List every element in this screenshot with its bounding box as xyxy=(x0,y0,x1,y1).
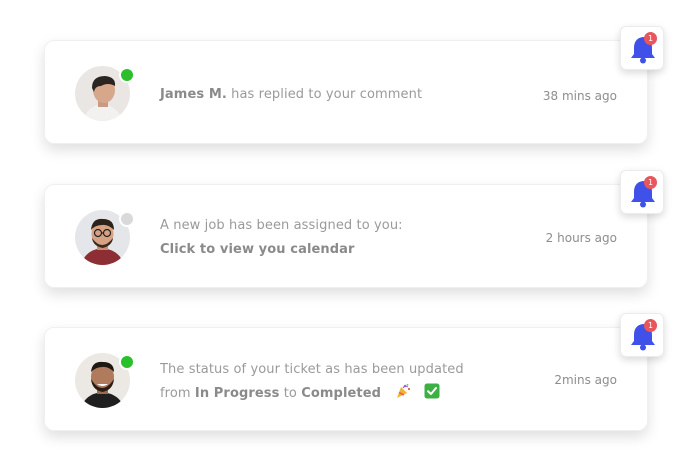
notification-text: A new job has been assigned to you: xyxy=(160,218,403,233)
timestamp: 38 mins ago xyxy=(542,89,617,103)
sender-name: James M. xyxy=(160,87,227,102)
notification-count-badge: 1 xyxy=(644,319,657,332)
party-popper-icon xyxy=(397,383,411,398)
notification-card-1[interactable]: James M. has replied to your comment 38 … xyxy=(44,40,648,144)
notification-count-badge: 1 xyxy=(644,32,657,45)
online-status-dot xyxy=(119,354,135,370)
from-label: from xyxy=(160,386,191,401)
online-status-dot xyxy=(119,67,135,83)
to-label: to xyxy=(283,386,297,401)
notification-bell-button-1[interactable]: 1 xyxy=(620,26,664,70)
offline-status-dot xyxy=(119,211,135,227)
notification-card-2[interactable]: A new job has been assigned to you: Clic… xyxy=(44,184,648,288)
check-mark-icon xyxy=(424,383,440,399)
notification-bell-button-3[interactable]: 1 xyxy=(620,313,664,357)
new-status: Completed xyxy=(301,386,382,401)
previous-status: In Progress xyxy=(194,386,280,401)
timestamp: 2 hours ago xyxy=(545,231,617,245)
notification-text: has replied to your comment xyxy=(231,87,423,102)
notification-bell-button-2[interactable]: 1 xyxy=(620,170,664,214)
notification-count-badge: 1 xyxy=(644,176,657,189)
calendar-link[interactable]: Click to view you calendar xyxy=(160,242,355,257)
notification-card-3[interactable]: The status of your ticket as has been up… xyxy=(44,327,648,431)
notification-text: The status of your ticket as has been up… xyxy=(160,362,464,377)
timestamp: 2mins ago xyxy=(554,373,617,387)
